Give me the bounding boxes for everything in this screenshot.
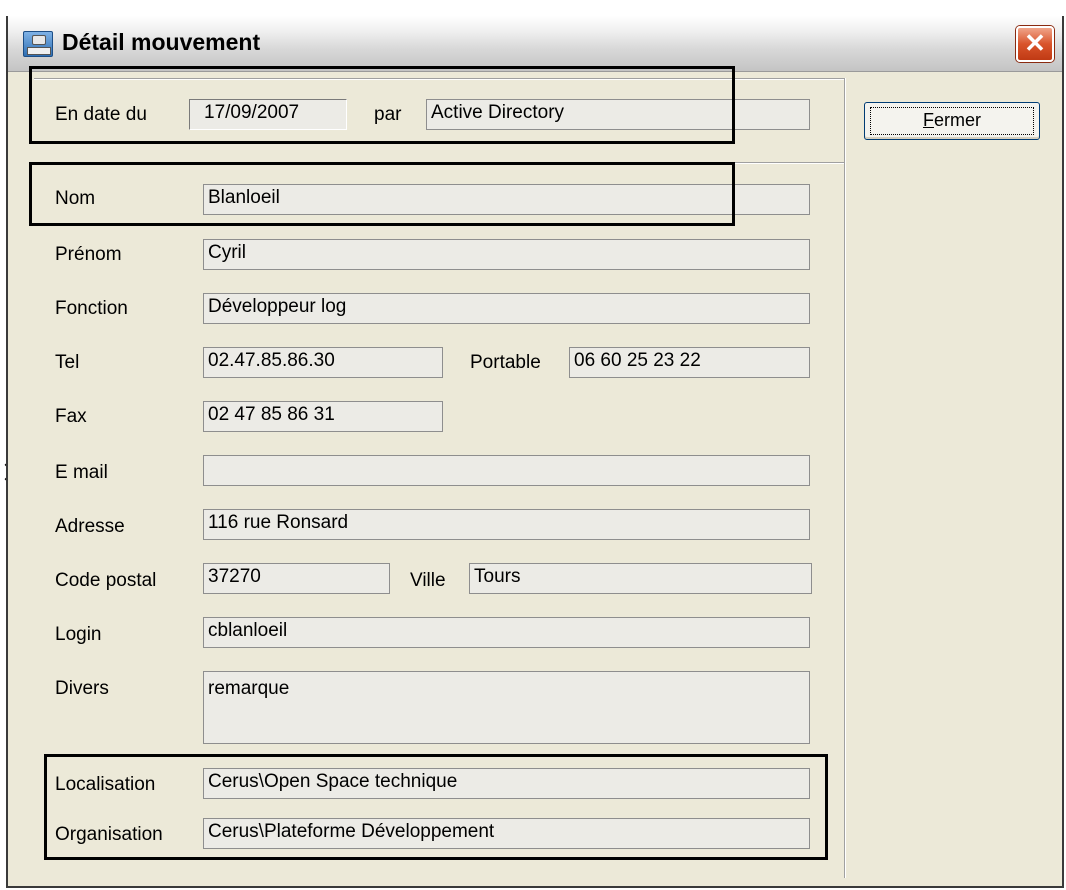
fonction-field[interactable]: Développeur log [203, 293, 810, 324]
ville-field[interactable]: Tours [469, 563, 812, 594]
fax-field[interactable]: 02 47 85 86 31 [203, 401, 443, 432]
divers-label: Divers [55, 678, 109, 699]
tel-label: Tel [55, 352, 80, 373]
highlight-box-nom [29, 162, 735, 226]
adresse-field[interactable]: 116 rue Ronsard [203, 509, 810, 540]
group-divider-vertical [844, 78, 846, 878]
ville-label: Ville [410, 570, 446, 591]
close-button[interactable]: ✕ [1016, 26, 1054, 62]
fermer-button[interactable]: Fermer [864, 102, 1040, 140]
login-field[interactable]: cblanloeil [203, 617, 810, 648]
divers-field[interactable]: remarque [203, 671, 810, 744]
login-label: Login [55, 624, 102, 645]
prenom-label: Prénom [55, 244, 122, 265]
prenom-field[interactable]: Cyril [203, 239, 810, 270]
portable-label: Portable [470, 352, 541, 373]
highlight-box-localisation [44, 754, 828, 860]
adresse-label: Adresse [55, 516, 125, 537]
fax-label: Fax [55, 406, 87, 427]
fonction-label: Fonction [55, 298, 128, 319]
window-title: Détail mouvement [62, 29, 261, 55]
detail-mouvement-dialog: Détail mouvement ✕ Fermer En date du 17/… [6, 16, 1064, 888]
focus-rect [870, 107, 1034, 135]
code-postal-label: Code postal [55, 570, 157, 591]
title-bar[interactable]: Détail mouvement ✕ [8, 16, 1062, 72]
code-postal-field[interactable]: 37270 [203, 563, 390, 594]
portable-field[interactable]: 06 60 25 23 22 [569, 347, 810, 378]
email-label: E mail [55, 462, 108, 483]
close-icon: ✕ [1024, 28, 1046, 58]
highlight-box-header [29, 66, 735, 144]
tel-field[interactable]: 02.47.85.86.30 [203, 347, 443, 378]
email-field[interactable] [203, 455, 810, 486]
app-window-icon [23, 31, 53, 57]
